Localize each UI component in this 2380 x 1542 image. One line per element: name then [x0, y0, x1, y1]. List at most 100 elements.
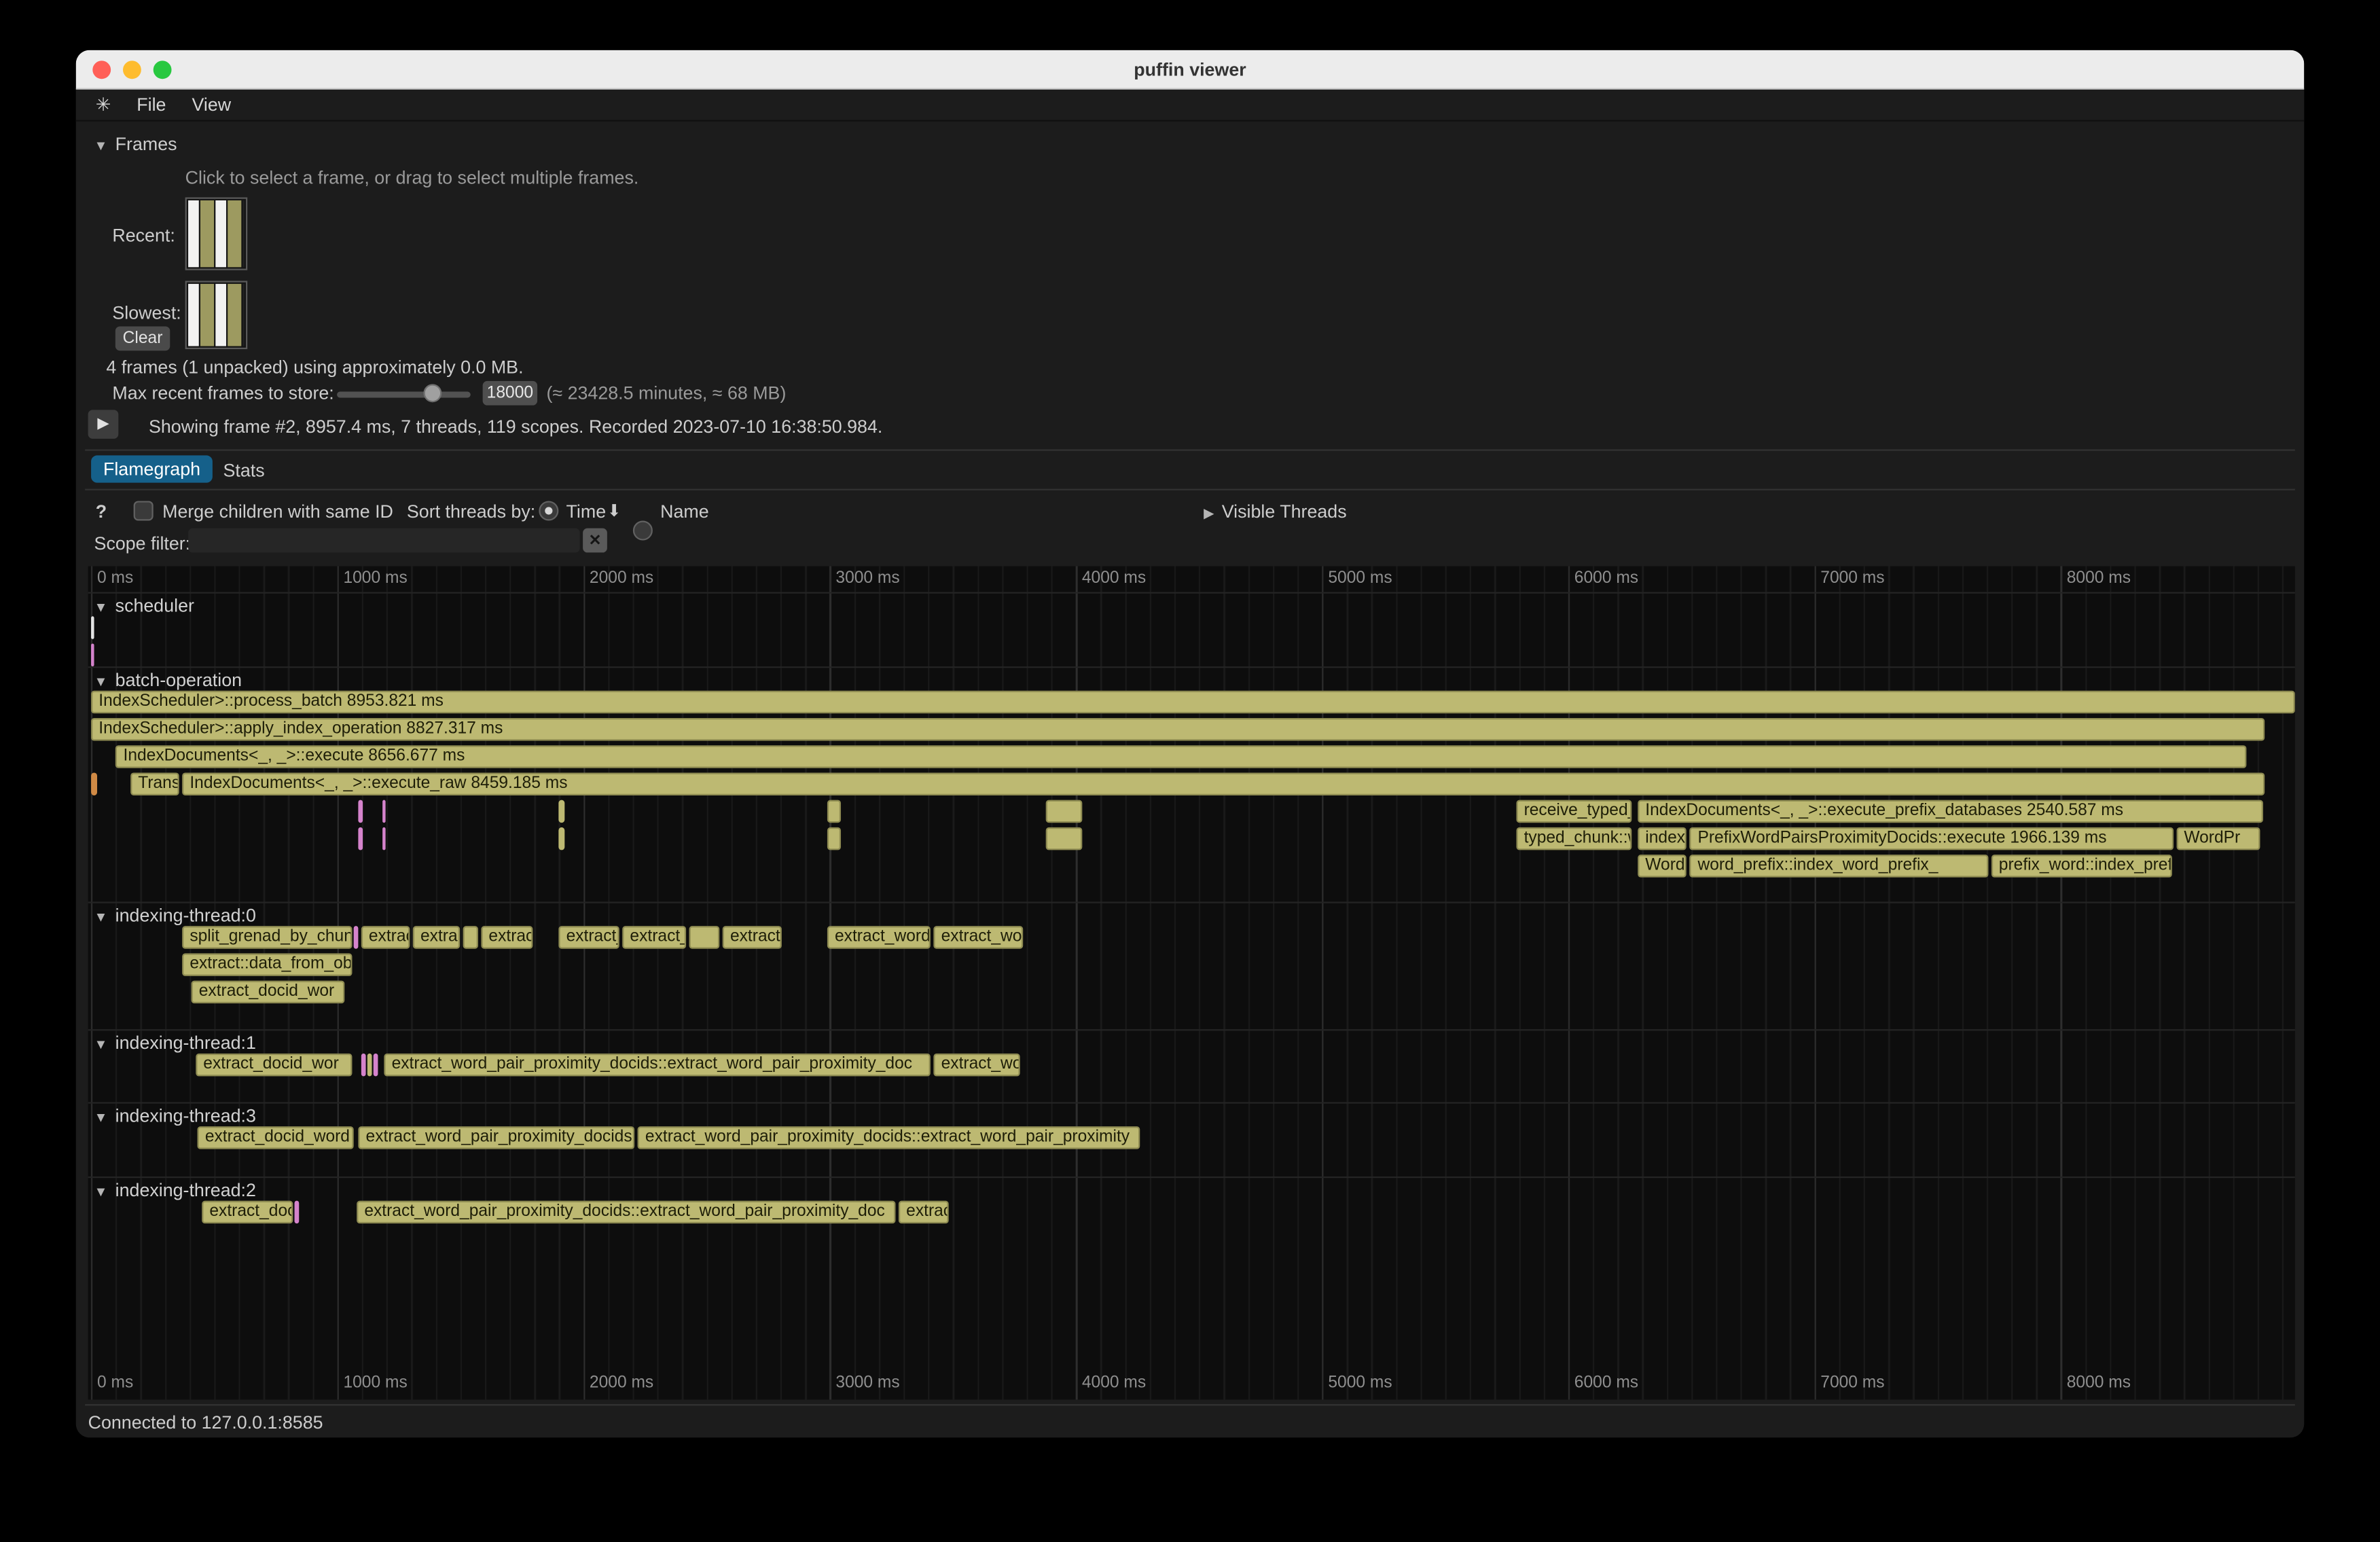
- scope-bar[interactable]: typed_chunk::w: [1516, 827, 1631, 850]
- scope-bar[interactable]: [91, 644, 94, 667]
- scope-bar[interactable]: IndexDocuments<_, _>::execute_raw 8459.1…: [182, 772, 2265, 795]
- scope-bar[interactable]: extract_: [558, 926, 619, 949]
- clear-filter-button[interactable]: ✕: [583, 528, 607, 553]
- triangle-down-icon: ▼: [94, 600, 108, 615]
- scope-bar[interactable]: receive_typed_: [1516, 800, 1631, 823]
- scope-bar[interactable]: [91, 772, 97, 795]
- scope-bar[interactable]: [91, 616, 94, 639]
- scope-bar[interactable]: Trans: [130, 772, 179, 795]
- scope-bar[interactable]: IndexDocuments<_, _>::execute_prefix_dat…: [1638, 800, 2263, 823]
- thread-header-scheduler[interactable]: ▼scheduler: [94, 595, 194, 616]
- scope-bar[interactable]: extract_docid_word: [198, 1126, 354, 1149]
- zoom-window-button[interactable]: [154, 60, 172, 79]
- scope-bar[interactable]: [358, 827, 362, 850]
- merge-children-checkbox[interactable]: [134, 501, 154, 520]
- help-button[interactable]: ?: [96, 501, 107, 522]
- time-tick-label: 8000 ms: [2067, 569, 2131, 588]
- sort-name-radio[interactable]: [633, 521, 653, 541]
- scope-bar[interactable]: [558, 827, 564, 850]
- scope-bar[interactable]: extract: [361, 926, 410, 949]
- scope-bar[interactable]: [382, 800, 385, 823]
- scope-bar[interactable]: extract_word_pair_proximity_docids::extr…: [638, 1126, 1140, 1149]
- scope-bar[interactable]: extrac: [481, 926, 533, 949]
- scope-bar[interactable]: extract_: [622, 926, 686, 949]
- tab-flamegraph[interactable]: Flamegraph: [91, 455, 213, 482]
- thread-header-indexing-thread-3[interactable]: ▼indexing-thread:3: [94, 1105, 256, 1126]
- menubar: ✳ File View: [76, 90, 2305, 122]
- scope-bar[interactable]: IndexScheduler>::process_batch 8953.821 …: [91, 691, 2295, 714]
- tab-stats[interactable]: Stats: [223, 460, 265, 481]
- scope-bar[interactable]: extract_wo: [933, 926, 1023, 949]
- max-frames-value[interactable]: 18000: [483, 381, 537, 406]
- scope-bar[interactable]: extract_doc: [202, 1201, 293, 1224]
- scope-bar[interactable]: [367, 1054, 372, 1077]
- sort-time-radio[interactable]: [539, 501, 558, 520]
- thread-header-indexing-thread-0[interactable]: ▼indexing-thread:0: [94, 905, 256, 926]
- theme-icon[interactable]: ✳: [96, 94, 111, 115]
- scope-bar[interactable]: extrac: [899, 1201, 949, 1224]
- scope-bar[interactable]: PrefixWordPairsProximityDocids::execute …: [1690, 827, 2174, 850]
- scope-bar[interactable]: Word: [1638, 855, 1687, 878]
- slowest-frames-thumbnail[interactable]: [185, 281, 248, 349]
- scope-bar[interactable]: prefix_word::index_prefix_wo: [1991, 855, 2171, 878]
- scope-bar[interactable]: extract: [723, 926, 782, 949]
- time-tick-label: 8000 ms: [2067, 1374, 2131, 1392]
- recent-frames-thumbnail[interactable]: [185, 198, 248, 270]
- scope-bar[interactable]: extract_wo: [933, 1054, 1020, 1077]
- frame-bar-filler: [243, 200, 245, 267]
- scope-bar[interactable]: extract_word: [827, 926, 931, 949]
- scope-bar[interactable]: [294, 1201, 298, 1224]
- scope-bar[interactable]: [353, 926, 357, 949]
- scope-bar[interactable]: [1046, 827, 1083, 850]
- scope-bar[interactable]: [374, 1054, 378, 1077]
- max-frames-note: (≈ 23428.5 minutes, ≈ 68 MB): [546, 382, 786, 404]
- play-button[interactable]: ▶: [88, 410, 119, 438]
- triangle-down-icon: ▼: [94, 1037, 108, 1052]
- close-window-button[interactable]: [92, 60, 111, 79]
- visible-threads-collapsible[interactable]: ▶Visible Threads: [1204, 501, 1347, 522]
- menu-view[interactable]: View: [192, 94, 231, 115]
- frames-collapsible-header[interactable]: ▼Frames: [94, 134, 177, 155]
- flamegraph-canvas[interactable]: 0 ms1000 ms2000 ms3000 ms4000 ms5000 ms6…: [88, 567, 2295, 1400]
- sort-name-label[interactable]: Name: [660, 501, 709, 522]
- scope-bar[interactable]: [361, 1054, 365, 1077]
- time-tick-label: 7000 ms: [1820, 569, 1884, 588]
- scope-bar[interactable]: [827, 800, 841, 823]
- scope-bar[interactable]: IndexScheduler>::apply_index_operation 8…: [91, 718, 2265, 741]
- clear-frames-button[interactable]: Clear: [115, 326, 170, 351]
- scope-bar[interactable]: extract_word_pair_proximity_docids::extr…: [357, 1201, 895, 1224]
- max-frames-slider[interactable]: [337, 392, 471, 398]
- max-frames-slider-knob[interactable]: [423, 384, 441, 402]
- sort-time-label[interactable]: Time: [566, 501, 607, 522]
- scope-bar[interactable]: word_prefix::index_word_prefix_: [1690, 855, 1988, 878]
- frame-bar: [215, 200, 226, 267]
- scope-bar[interactable]: IndexDocuments<_, _>::execute 8656.677 m…: [115, 745, 2247, 768]
- time-tick-label: 2000 ms: [590, 1374, 653, 1392]
- thread-divider: [88, 592, 2295, 594]
- scope-bar[interactable]: WordPr: [2176, 827, 2260, 850]
- scope-bar[interactable]: extract_docid_wor: [196, 1054, 352, 1077]
- scope-bar[interactable]: [558, 800, 564, 823]
- thread-header-indexing-thread-1[interactable]: ▼indexing-thread:1: [94, 1033, 256, 1054]
- scope-bar[interactable]: [358, 800, 362, 823]
- scope-bar[interactable]: [827, 827, 841, 850]
- scope-filter-input[interactable]: [188, 528, 580, 553]
- scope-bar[interactable]: extra: [413, 926, 460, 949]
- time-tick-label: 5000 ms: [1328, 569, 1392, 588]
- scope-bar[interactable]: [382, 827, 385, 850]
- scope-bar[interactable]: split_grenad_by_chun: [182, 926, 352, 949]
- thread-header-indexing-thread-2[interactable]: ▼indexing-thread:2: [94, 1179, 256, 1200]
- scope-bar[interactable]: extract_word_pair_proximity_docids::extr…: [384, 1054, 930, 1077]
- scope-bar[interactable]: extract::data_from_ob: [182, 953, 352, 976]
- scope-bar[interactable]: index: [1638, 827, 1687, 850]
- scope-bar[interactable]: extract_docid_wor: [192, 981, 345, 1004]
- scope-bar[interactable]: [689, 926, 719, 949]
- scope-bar[interactable]: extract_word_pair_proximity_docids: [358, 1126, 634, 1149]
- minimize-window-button[interactable]: [123, 60, 141, 79]
- thread-divider: [88, 666, 2295, 668]
- scope-bar[interactable]: [1046, 800, 1083, 823]
- recent-label: Recent:: [112, 225, 175, 246]
- thread-header-batch-operation[interactable]: ▼batch-operation: [94, 670, 242, 691]
- menu-file[interactable]: File: [137, 94, 166, 115]
- scope-bar[interactable]: [463, 926, 477, 949]
